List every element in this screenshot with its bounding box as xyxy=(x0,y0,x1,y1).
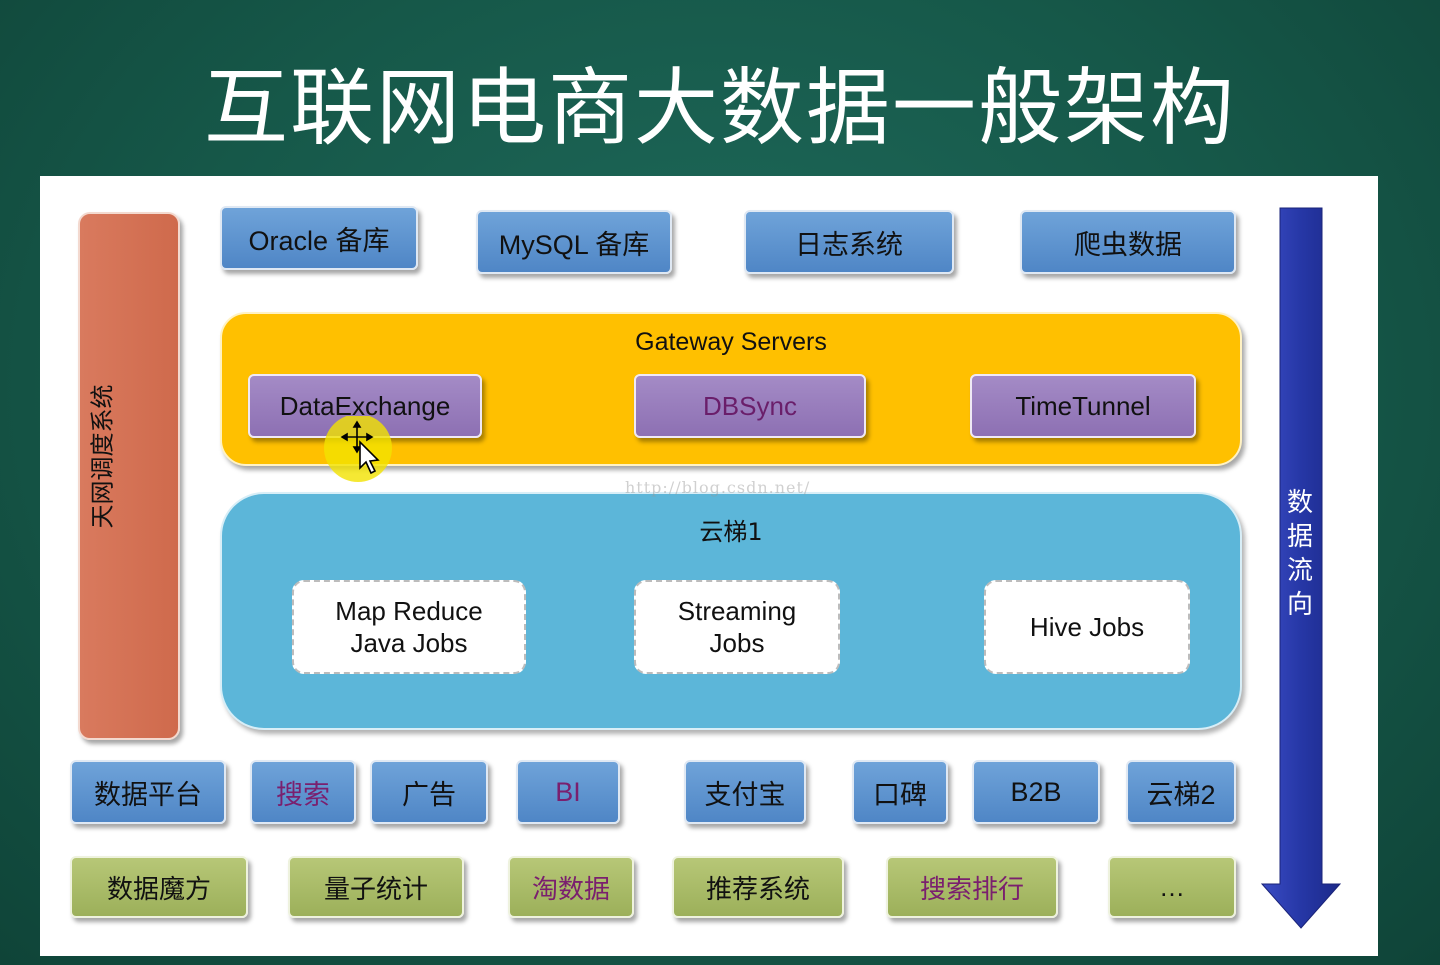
product-recommendation: 推荐系统 xyxy=(672,856,844,918)
source-mysql-backup: MySQL 备库 xyxy=(476,210,672,274)
architecture-diagram: 天网调度系统 Oracle 备库 MySQL 备库 日志系统 爬虫数据 Gate… xyxy=(40,176,1378,956)
scheduler-label: 天网调度系统 xyxy=(80,376,120,536)
app-alipay: 支付宝 xyxy=(684,760,806,824)
pointer-cursor-icon xyxy=(324,416,392,482)
product-tao-data: 淘数据 xyxy=(508,856,634,918)
product-data-cube: 数据魔方 xyxy=(70,856,248,918)
flow-label: 数据流向 xyxy=(1286,488,1313,620)
source-crawler-data: 爬虫数据 xyxy=(1020,210,1236,274)
scheduler-label-text: 天网调度系统 xyxy=(88,384,117,528)
app-cloud-ladder-2: 云梯2 xyxy=(1126,760,1236,824)
app-koubei: 口碑 xyxy=(852,760,948,824)
source-log-system: 日志系统 xyxy=(744,210,954,274)
product-search-ranking: 搜索排行 xyxy=(886,856,1058,918)
gateway-dbsync: DBSync xyxy=(634,374,866,438)
source-oracle-backup: Oracle 备库 xyxy=(220,206,418,270)
watermark: http://blog.csdn.net/ xyxy=(625,478,811,497)
job-mapreduce: Map Reduce Java Jobs xyxy=(292,580,526,674)
gateway-title: Gateway Servers xyxy=(635,328,827,356)
app-data-platform: 数据平台 xyxy=(70,760,226,824)
product-quantum-stats: 量子统计 xyxy=(288,856,464,918)
app-bi: BI xyxy=(516,760,620,824)
cloud-title: 云梯1 xyxy=(699,518,763,546)
slide-title: 互联网电商大数据一般架构 xyxy=(203,59,1236,157)
job-hive: Hive Jobs xyxy=(984,580,1190,674)
app-search: 搜索 xyxy=(250,760,356,824)
job-streaming: Streaming Jobs xyxy=(634,580,840,674)
app-b2b: B2B xyxy=(972,760,1100,824)
gateway-timetunnel: TimeTunnel xyxy=(970,374,1196,438)
product-more: … xyxy=(1108,856,1236,918)
app-advertising: 广告 xyxy=(370,760,488,824)
